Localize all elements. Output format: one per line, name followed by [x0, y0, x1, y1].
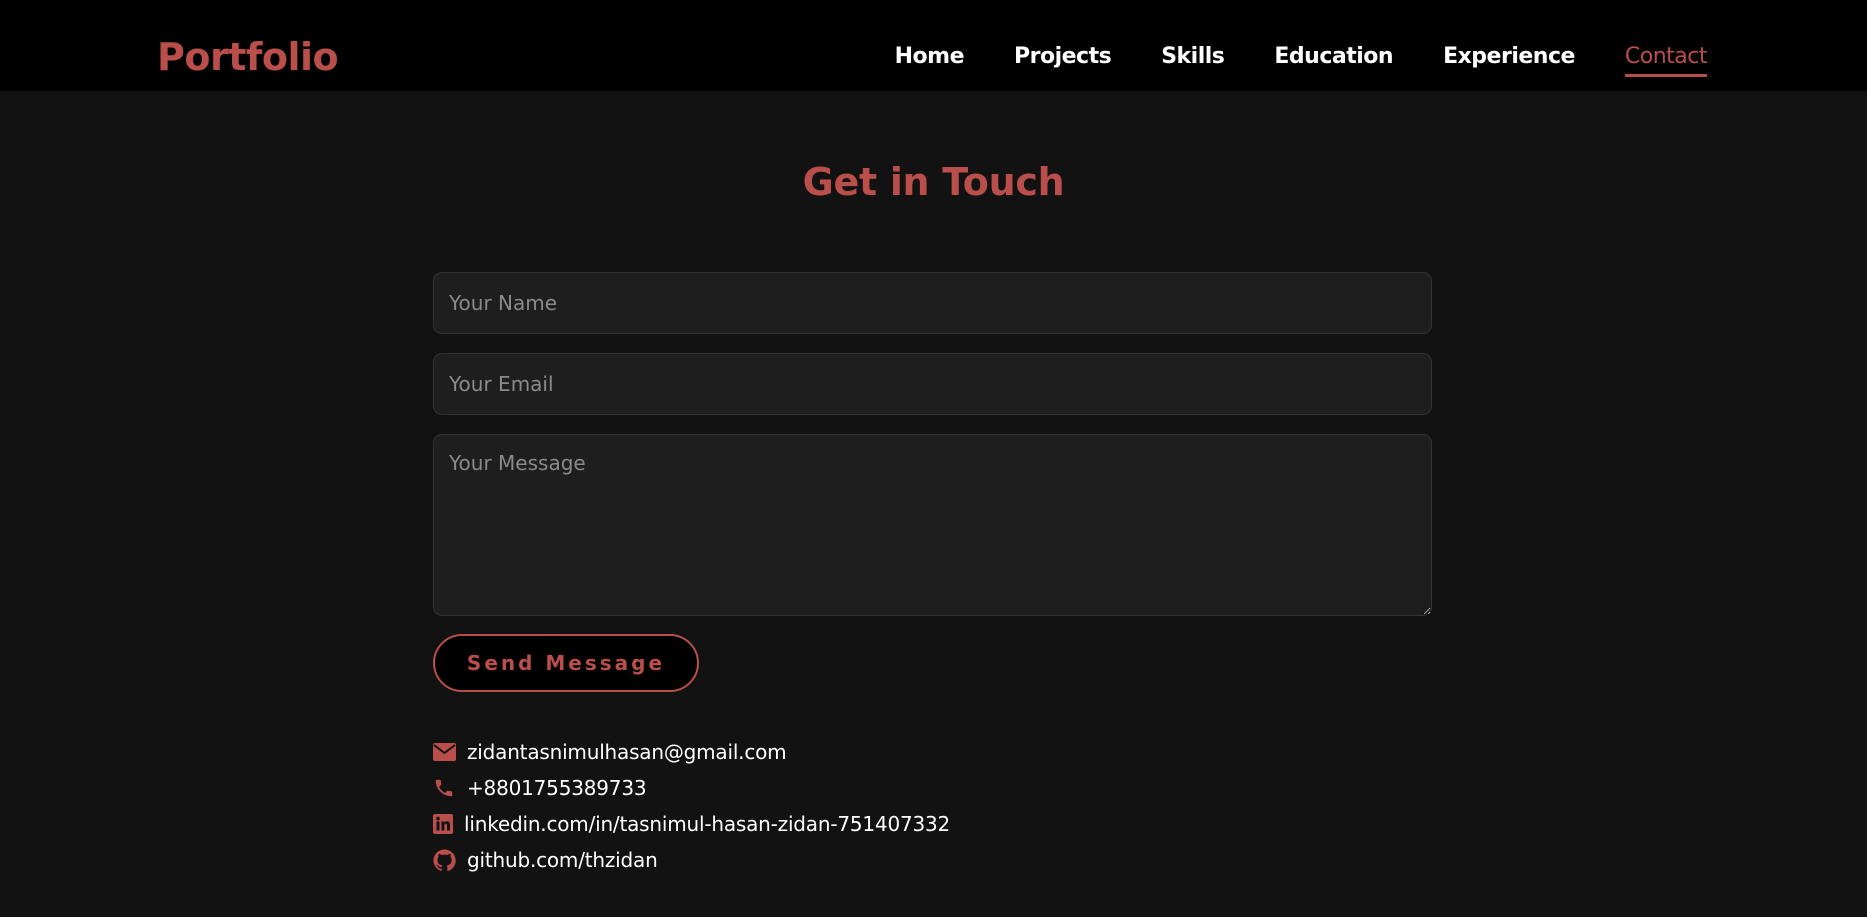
contact-info-list: zidantasnimulhasan@gmail.com +8801755389…	[432, 734, 950, 878]
nav-link-home[interactable]: Home	[895, 42, 965, 72]
nav-links: Home Projects Skills Education Experienc…	[895, 42, 1708, 77]
email-link[interactable]: zidantasnimulhasan@gmail.com	[467, 740, 787, 764]
contact-section-title: Get in Touch	[802, 160, 1065, 204]
logo[interactable]: Portfolio	[157, 33, 339, 81]
github-link[interactable]: github.com/thzidan	[467, 848, 658, 872]
email-input[interactable]	[433, 353, 1432, 415]
nav-link-contact[interactable]: Contact	[1624, 42, 1708, 77]
nav-link-experience[interactable]: Experience	[1443, 42, 1575, 72]
linkedin-icon	[432, 812, 454, 836]
phone-icon	[432, 776, 456, 800]
nav-link-projects[interactable]: Projects	[1014, 42, 1112, 72]
contact-item-github: github.com/thzidan	[432, 842, 950, 878]
phone-link[interactable]: +8801755389733	[467, 776, 647, 800]
github-icon	[432, 848, 456, 872]
message-textarea[interactable]	[433, 434, 1432, 616]
contact-item-email: zidantasnimulhasan@gmail.com	[432, 734, 950, 770]
contact-item-phone: +8801755389733	[432, 770, 950, 806]
nav-link-skills[interactable]: Skills	[1161, 42, 1225, 72]
contact-item-linkedin: linkedin.com/in/tasnimul-hasan-zidan-751…	[432, 806, 950, 842]
send-message-button[interactable]: Send Message	[433, 634, 699, 692]
linkedin-link[interactable]: linkedin.com/in/tasnimul-hasan-zidan-751…	[464, 812, 950, 836]
top-navbar: Portfolio Home Projects Skills Education…	[0, 0, 1867, 91]
envelope-icon	[432, 740, 456, 764]
nav-link-education[interactable]: Education	[1274, 42, 1393, 72]
name-input[interactable]	[433, 272, 1432, 334]
